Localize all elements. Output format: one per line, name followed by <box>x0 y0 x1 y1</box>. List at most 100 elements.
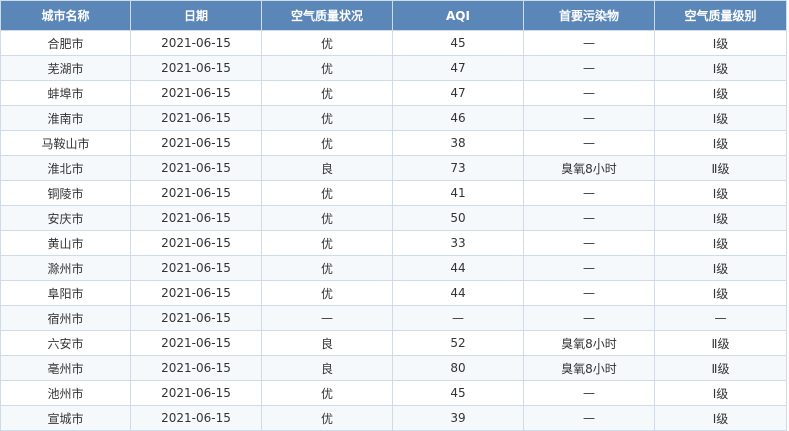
table-row: 铜陵市 2021-06-15 优 41— Ⅰ级 <box>0 180 787 206</box>
air-quality-table: 城市名称 日期 空气质量状况 AQI 首要污染物 空气质量级别 合肥市 2021-… <box>0 0 787 431</box>
cell-primary-pollutant: 臭氧8小时 <box>523 330 655 356</box>
cell-air-quality-level: Ⅱ级 <box>654 330 787 356</box>
cell-date: 2021-06-15 <box>130 405 262 431</box>
cell-primary-pollutant: — <box>523 255 655 281</box>
cell-date: 2021-06-15 <box>130 230 262 256</box>
cell-date: 2021-06-15 <box>130 55 262 81</box>
cell-air-quality-status: 优 <box>261 30 393 56</box>
cell-air-quality-status: 优 <box>261 405 393 431</box>
cell-city-name: 铜陵市 <box>0 180 131 206</box>
cell-aqi: 45 <box>392 30 524 56</box>
cell-primary-pollutant: — <box>523 205 655 231</box>
cell-air-quality-level: Ⅰ级 <box>654 230 787 256</box>
cell-air-quality-level: Ⅰ级 <box>654 130 787 156</box>
cell-air-quality-level: Ⅰ级 <box>654 205 787 231</box>
table-row: 合肥市 2021-06-15 优 45— Ⅰ级 <box>0 30 787 56</box>
cell-date: 2021-06-15 <box>130 180 262 206</box>
header-air-quality-level: 空气质量级别 <box>654 0 787 31</box>
cell-primary-pollutant: — <box>523 305 655 331</box>
cell-air-quality-level: Ⅰ级 <box>654 180 787 206</box>
cell-air-quality-level: Ⅰ级 <box>654 55 787 81</box>
cell-city-name: 六安市 <box>0 330 131 356</box>
cell-city-name: 滁州市 <box>0 255 131 281</box>
cell-primary-pollutant: — <box>523 55 655 81</box>
table-row: 芜湖市 2021-06-15 优 47— Ⅰ级 <box>0 55 787 81</box>
cell-air-quality-status: 良 <box>261 330 393 356</box>
cell-air-quality-status: 优 <box>261 280 393 306</box>
table-row: 黄山市 2021-06-15 优 33— Ⅰ级 <box>0 230 787 256</box>
header-primary-pollutant: 首要污染物 <box>523 0 655 31</box>
cell-air-quality-status: 优 <box>261 230 393 256</box>
cell-city-name: 合肥市 <box>0 30 131 56</box>
cell-aqi: 50 <box>392 205 524 231</box>
cell-date: 2021-06-15 <box>130 30 262 56</box>
table-body: 合肥市 2021-06-15 优 45— Ⅰ级 芜湖市 2021-06-15 优 47— Ⅰ级 蚌埠… <box>0 30 787 431</box>
cell-air-quality-status: 优 <box>261 255 393 281</box>
cell-date: 2021-06-15 <box>130 130 262 156</box>
cell-primary-pollutant: — <box>523 405 655 431</box>
cell-city-name: 芜湖市 <box>0 55 131 81</box>
table-row: 宿州市 2021-06-15— — — — <box>0 305 787 331</box>
cell-date: 2021-06-15 <box>130 330 262 356</box>
cell-date: 2021-06-15 <box>130 155 262 181</box>
cell-date: 2021-06-15 <box>130 305 262 331</box>
table-row: 淮北市 2021-06-15 良 73 臭氧8小时 Ⅱ级 <box>0 155 787 181</box>
cell-city-name: 黄山市 <box>0 230 131 256</box>
cell-air-quality-level: Ⅰ级 <box>654 255 787 281</box>
cell-primary-pollutant: — <box>523 380 655 406</box>
table-row: 滁州市 2021-06-15 优 44— Ⅰ级 <box>0 255 787 281</box>
cell-air-quality-level: Ⅰ级 <box>654 380 787 406</box>
cell-aqi: 44 <box>392 255 524 281</box>
cell-aqi: 33 <box>392 230 524 256</box>
cell-air-quality-status: 良 <box>261 155 393 181</box>
cell-date: 2021-06-15 <box>130 80 262 106</box>
cell-air-quality-level: — <box>654 305 787 331</box>
table-row: 淮南市 2021-06-15 优 46— Ⅰ级 <box>0 105 787 131</box>
cell-aqi: 39 <box>392 405 524 431</box>
cell-air-quality-status: 优 <box>261 380 393 406</box>
cell-aqi: 38 <box>392 130 524 156</box>
cell-city-name: 安庆市 <box>0 205 131 231</box>
cell-primary-pollutant: 臭氧8小时 <box>523 355 655 381</box>
cell-aqi: 45 <box>392 380 524 406</box>
cell-air-quality-status: 优 <box>261 205 393 231</box>
cell-air-quality-status: 优 <box>261 180 393 206</box>
cell-primary-pollutant: 臭氧8小时 <box>523 155 655 181</box>
cell-aqi: 46 <box>392 105 524 131</box>
cell-date: 2021-06-15 <box>130 355 262 381</box>
table-row: 池州市 2021-06-15 优 45— Ⅰ级 <box>0 380 787 406</box>
cell-city-name: 池州市 <box>0 380 131 406</box>
cell-date: 2021-06-15 <box>130 105 262 131</box>
table-row: 六安市 2021-06-15 良 52 臭氧8小时 Ⅱ级 <box>0 330 787 356</box>
table-row: 安庆市 2021-06-15 优 50— Ⅰ级 <box>0 205 787 231</box>
cell-date: 2021-06-15 <box>130 280 262 306</box>
cell-primary-pollutant: — <box>523 230 655 256</box>
cell-air-quality-level: Ⅱ级 <box>654 155 787 181</box>
table-header-row: 城市名称 日期 空气质量状况 AQI 首要污染物 空气质量级别 <box>0 0 787 31</box>
cell-primary-pollutant: — <box>523 280 655 306</box>
cell-primary-pollutant: — <box>523 80 655 106</box>
cell-air-quality-level: Ⅰ级 <box>654 405 787 431</box>
cell-air-quality-status: 优 <box>261 80 393 106</box>
cell-date: 2021-06-15 <box>130 380 262 406</box>
cell-air-quality-status: 优 <box>261 55 393 81</box>
cell-aqi: 41 <box>392 180 524 206</box>
table-row: 蚌埠市 2021-06-15 优 47— Ⅰ级 <box>0 80 787 106</box>
cell-primary-pollutant: — <box>523 30 655 56</box>
header-date: 日期 <box>130 0 262 31</box>
cell-city-name: 亳州市 <box>0 355 131 381</box>
cell-air-quality-level: Ⅰ级 <box>654 280 787 306</box>
cell-city-name: 阜阳市 <box>0 280 131 306</box>
cell-primary-pollutant: — <box>523 130 655 156</box>
header-air-quality-status: 空气质量状况 <box>261 0 393 31</box>
cell-aqi: 47 <box>392 55 524 81</box>
cell-air-quality-level: Ⅰ级 <box>654 30 787 56</box>
table-row: 阜阳市 2021-06-15 优 44— Ⅰ级 <box>0 280 787 306</box>
table-row: 马鞍山市 2021-06-15 优 38— Ⅰ级 <box>0 130 787 156</box>
header-city-name: 城市名称 <box>0 0 131 31</box>
cell-city-name: 淮北市 <box>0 155 131 181</box>
cell-aqi: — <box>392 305 524 331</box>
cell-air-quality-level: Ⅰ级 <box>654 105 787 131</box>
cell-city-name: 蚌埠市 <box>0 80 131 106</box>
cell-air-quality-level: Ⅱ级 <box>654 355 787 381</box>
